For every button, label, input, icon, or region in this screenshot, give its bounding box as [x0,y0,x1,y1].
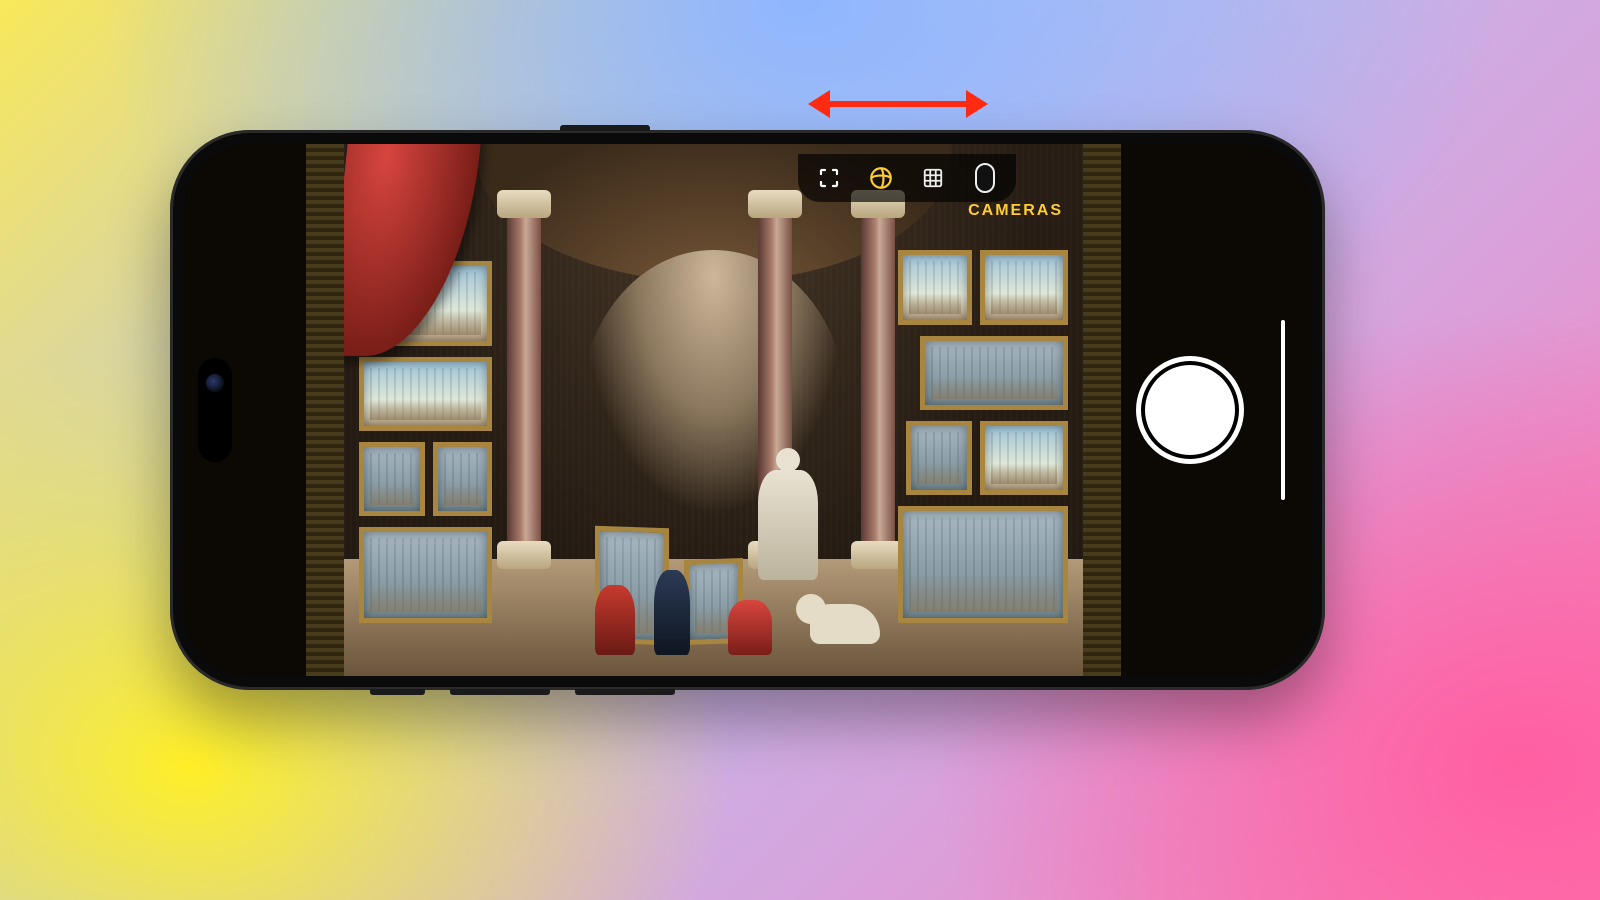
cameras-label[interactable]: CAMERAS [968,202,1063,220]
photographic-styles-icon[interactable] [868,165,894,191]
focus-frame-icon[interactable] [816,165,842,191]
gradient-wallpaper: CAMERAS [0,0,1600,900]
zoom-slider-indicator[interactable] [1281,320,1285,500]
dynamic-island [200,360,230,460]
rotation-lock-icon[interactable] [972,165,998,191]
screen: CAMERAS [184,144,1311,676]
shutter-button[interactable] [1145,365,1235,455]
camera-viewfinder[interactable] [344,144,1083,676]
grid-icon[interactable] [920,165,946,191]
swipe-annotation-arrow [808,88,988,120]
viewfinder-subject-painting [344,144,1083,676]
iphone-frame: CAMERAS [170,130,1325,690]
camera-top-controls [798,154,1016,202]
